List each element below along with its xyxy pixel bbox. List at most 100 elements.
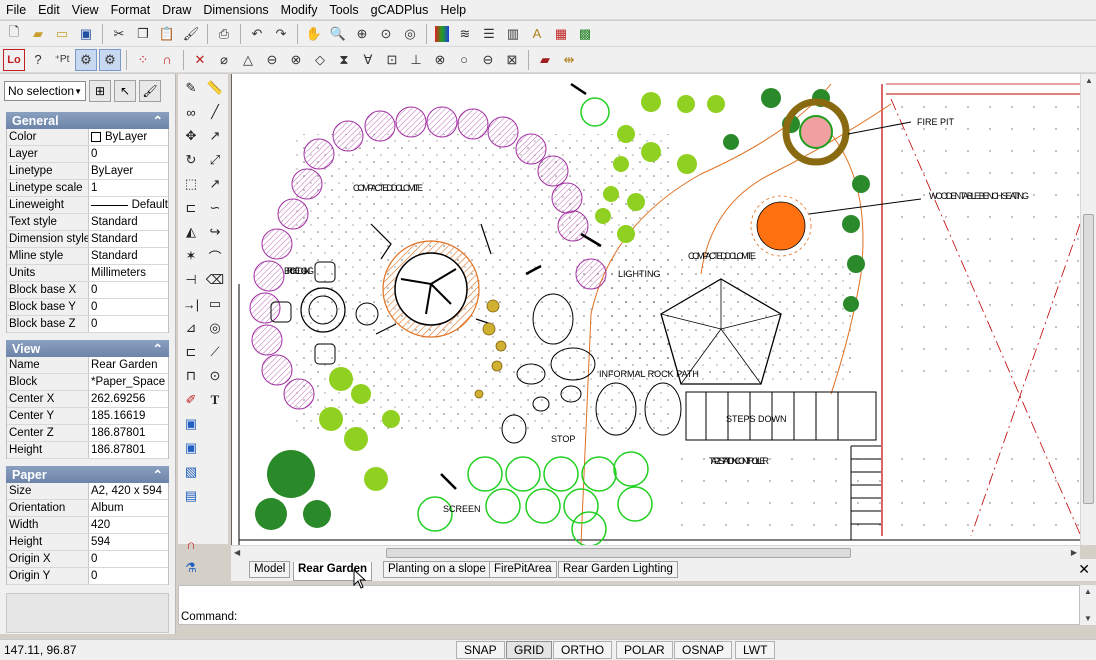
tab-model[interactable]: Model: [249, 561, 291, 578]
property-value[interactable]: ByLayer: [89, 163, 168, 179]
spline-icon[interactable]: ∽: [203, 196, 227, 220]
property-row[interactable]: Text style Standard: [7, 214, 168, 231]
mirror-icon[interactable]: ◭: [179, 220, 203, 244]
property-row[interactable]: Origin Y0: [7, 568, 168, 585]
trim-icon[interactable]: ⊣: [179, 268, 203, 292]
select-objects-icon[interactable]: ⊞: [89, 80, 111, 102]
snap-midpoint-icon[interactable]: △: [237, 49, 259, 71]
close-icon[interactable]: ✕: [1078, 561, 1090, 578]
property-value[interactable]: Album: [89, 500, 168, 516]
print-icon[interactable]: ⎙: [213, 23, 235, 45]
layers-icon[interactable]: ≋: [454, 23, 476, 45]
break-icon[interactable]: ⊏: [179, 340, 203, 364]
scale-icon[interactable]: ⬚: [179, 172, 203, 196]
ray-icon[interactable]: ↗: [203, 124, 227, 148]
horizontal-scrollbar[interactable]: ◀ ▶: [231, 545, 1080, 559]
columns-icon[interactable]: ▥: [502, 23, 524, 45]
polar-toggle[interactable]: POLAR: [616, 641, 673, 659]
brush-icon[interactable]: ✐: [179, 388, 203, 412]
hatch-tool-icon[interactable]: ⚗: [179, 556, 203, 580]
ruler-icon[interactable]: 📏: [203, 76, 227, 100]
property-row[interactable]: Height 186.87801: [7, 442, 168, 459]
circles-icon[interactable]: ∞: [179, 100, 203, 124]
magnet-tool-icon[interactable]: ∩: [179, 532, 203, 556]
move-icon[interactable]: ✥: [179, 124, 203, 148]
redo-icon[interactable]: ↷: [270, 23, 292, 45]
property-value[interactable]: 1: [89, 180, 168, 196]
snap-endpoint-icon[interactable]: ⌀: [213, 49, 235, 71]
linetypes-icon[interactable]: ☰: [478, 23, 500, 45]
menu-file[interactable]: File: [0, 0, 32, 20]
snap-settings-icon[interactable]: ⚙: [99, 48, 121, 71]
line-icon[interactable]: ╱: [203, 100, 227, 124]
tab-rear-garden-lighting[interactable]: Rear Garden Lighting: [558, 561, 678, 578]
property-value[interactable]: 0: [89, 282, 168, 298]
view-section-header[interactable]: View ⌃: [6, 340, 169, 357]
scroll-up-icon[interactable]: ▲: [1085, 76, 1093, 85]
text-icon[interactable]: T: [203, 388, 227, 412]
menu-modify[interactable]: Modify: [275, 0, 324, 20]
property-value[interactable]: 186.87801: [89, 425, 168, 441]
menu-draw[interactable]: Draw: [156, 0, 197, 20]
pan-icon[interactable]: ✋: [303, 23, 325, 45]
property-row[interactable]: Color ByLayer: [7, 129, 168, 146]
property-row[interactable]: Center Z 186.87801: [7, 425, 168, 442]
property-row[interactable]: Name Rear Garden: [7, 357, 168, 374]
offset-icon[interactable]: ⊏: [179, 196, 203, 220]
hatch-icon[interactable]: ▰: [534, 49, 556, 71]
property-row[interactable]: Units Millimeters: [7, 265, 168, 282]
snap-quadrant-icon[interactable]: ◇: [309, 49, 331, 71]
measure-icon[interactable]: ⇹: [558, 49, 580, 71]
menu-dimensions[interactable]: Dimensions: [197, 0, 274, 20]
rotate-icon[interactable]: ↻: [179, 148, 203, 172]
polyline-icon[interactable]: ↗: [203, 172, 227, 196]
property-value[interactable]: 186.87801: [89, 442, 168, 458]
snap-toggle[interactable]: SNAP: [456, 641, 505, 659]
snap-nearest-icon[interactable]: ○: [453, 49, 475, 71]
property-value[interactable]: Millimeters: [89, 265, 168, 281]
property-row[interactable]: Block *Paper_Space: [7, 374, 168, 391]
tab-firepitarea[interactable]: FirePitArea: [489, 561, 557, 578]
xline-icon[interactable]: ⤢: [203, 148, 227, 172]
cut-icon[interactable]: ✂: [108, 23, 130, 45]
property-value[interactable]: ByLayer: [89, 129, 168, 145]
grid-toggle[interactable]: GRID: [506, 641, 552, 659]
help-icon[interactable]: ?: [27, 49, 49, 71]
open-icon[interactable]: ▰: [27, 23, 49, 45]
property-row[interactable]: Orientation Album: [7, 500, 168, 517]
menu-gcadplus[interactable]: gCADPlus: [365, 0, 435, 20]
property-row[interactable]: Dimension style Standard: [7, 231, 168, 248]
magnet-icon[interactable]: ∩: [156, 49, 178, 71]
paste-icon[interactable]: 📋: [156, 23, 178, 45]
new-icon[interactable]: 🗋: [3, 23, 25, 45]
array-icon[interactable]: ⊓: [179, 364, 203, 388]
explode-icon[interactable]: ✶: [179, 244, 203, 268]
horizontal-scroll-thumb[interactable]: [386, 548, 851, 558]
property-value[interactable]: 594: [89, 534, 168, 550]
color-icon[interactable]: [435, 25, 449, 42]
menu-edit[interactable]: Edit: [32, 0, 66, 20]
property-row[interactable]: Origin X0: [7, 551, 168, 568]
point-icon[interactable]: ⁺Pt: [51, 49, 73, 71]
command-area[interactable]: Command:: [178, 585, 1080, 625]
property-row[interactable]: Size A2, 420 x 594: [7, 483, 168, 500]
menu-format[interactable]: Format: [105, 0, 157, 20]
snap-extension-icon[interactable]: Ɐ: [357, 49, 379, 71]
vertical-scrollbar[interactable]: ▲: [1080, 74, 1096, 545]
property-value[interactable]: 0: [89, 146, 168, 162]
property-row[interactable]: Block base X0: [7, 282, 168, 299]
property-row[interactable]: Width 420: [7, 517, 168, 534]
property-row[interactable]: Block base Z0: [7, 316, 168, 333]
snap-perpendicular-icon[interactable]: ⊥: [405, 49, 427, 71]
fillet-icon[interactable]: ↪: [203, 220, 227, 244]
snap-parallel-icon[interactable]: ⊗: [429, 49, 451, 71]
scroll-down-icon[interactable]: ▼: [1084, 614, 1092, 623]
snap-clear-icon[interactable]: ✕: [189, 49, 211, 71]
block-icon[interactable]: ▧: [179, 460, 203, 484]
vertical-scroll-thumb[interactable]: [1083, 214, 1094, 504]
save-icon[interactable]: ▣: [75, 23, 97, 45]
selection-dropdown[interactable]: No selection ▼: [4, 81, 86, 101]
property-row[interactable]: Linetype ByLayer: [7, 163, 168, 180]
property-value[interactable]: *Paper_Space: [89, 374, 168, 390]
copy-icon[interactable]: ❐: [132, 23, 154, 45]
